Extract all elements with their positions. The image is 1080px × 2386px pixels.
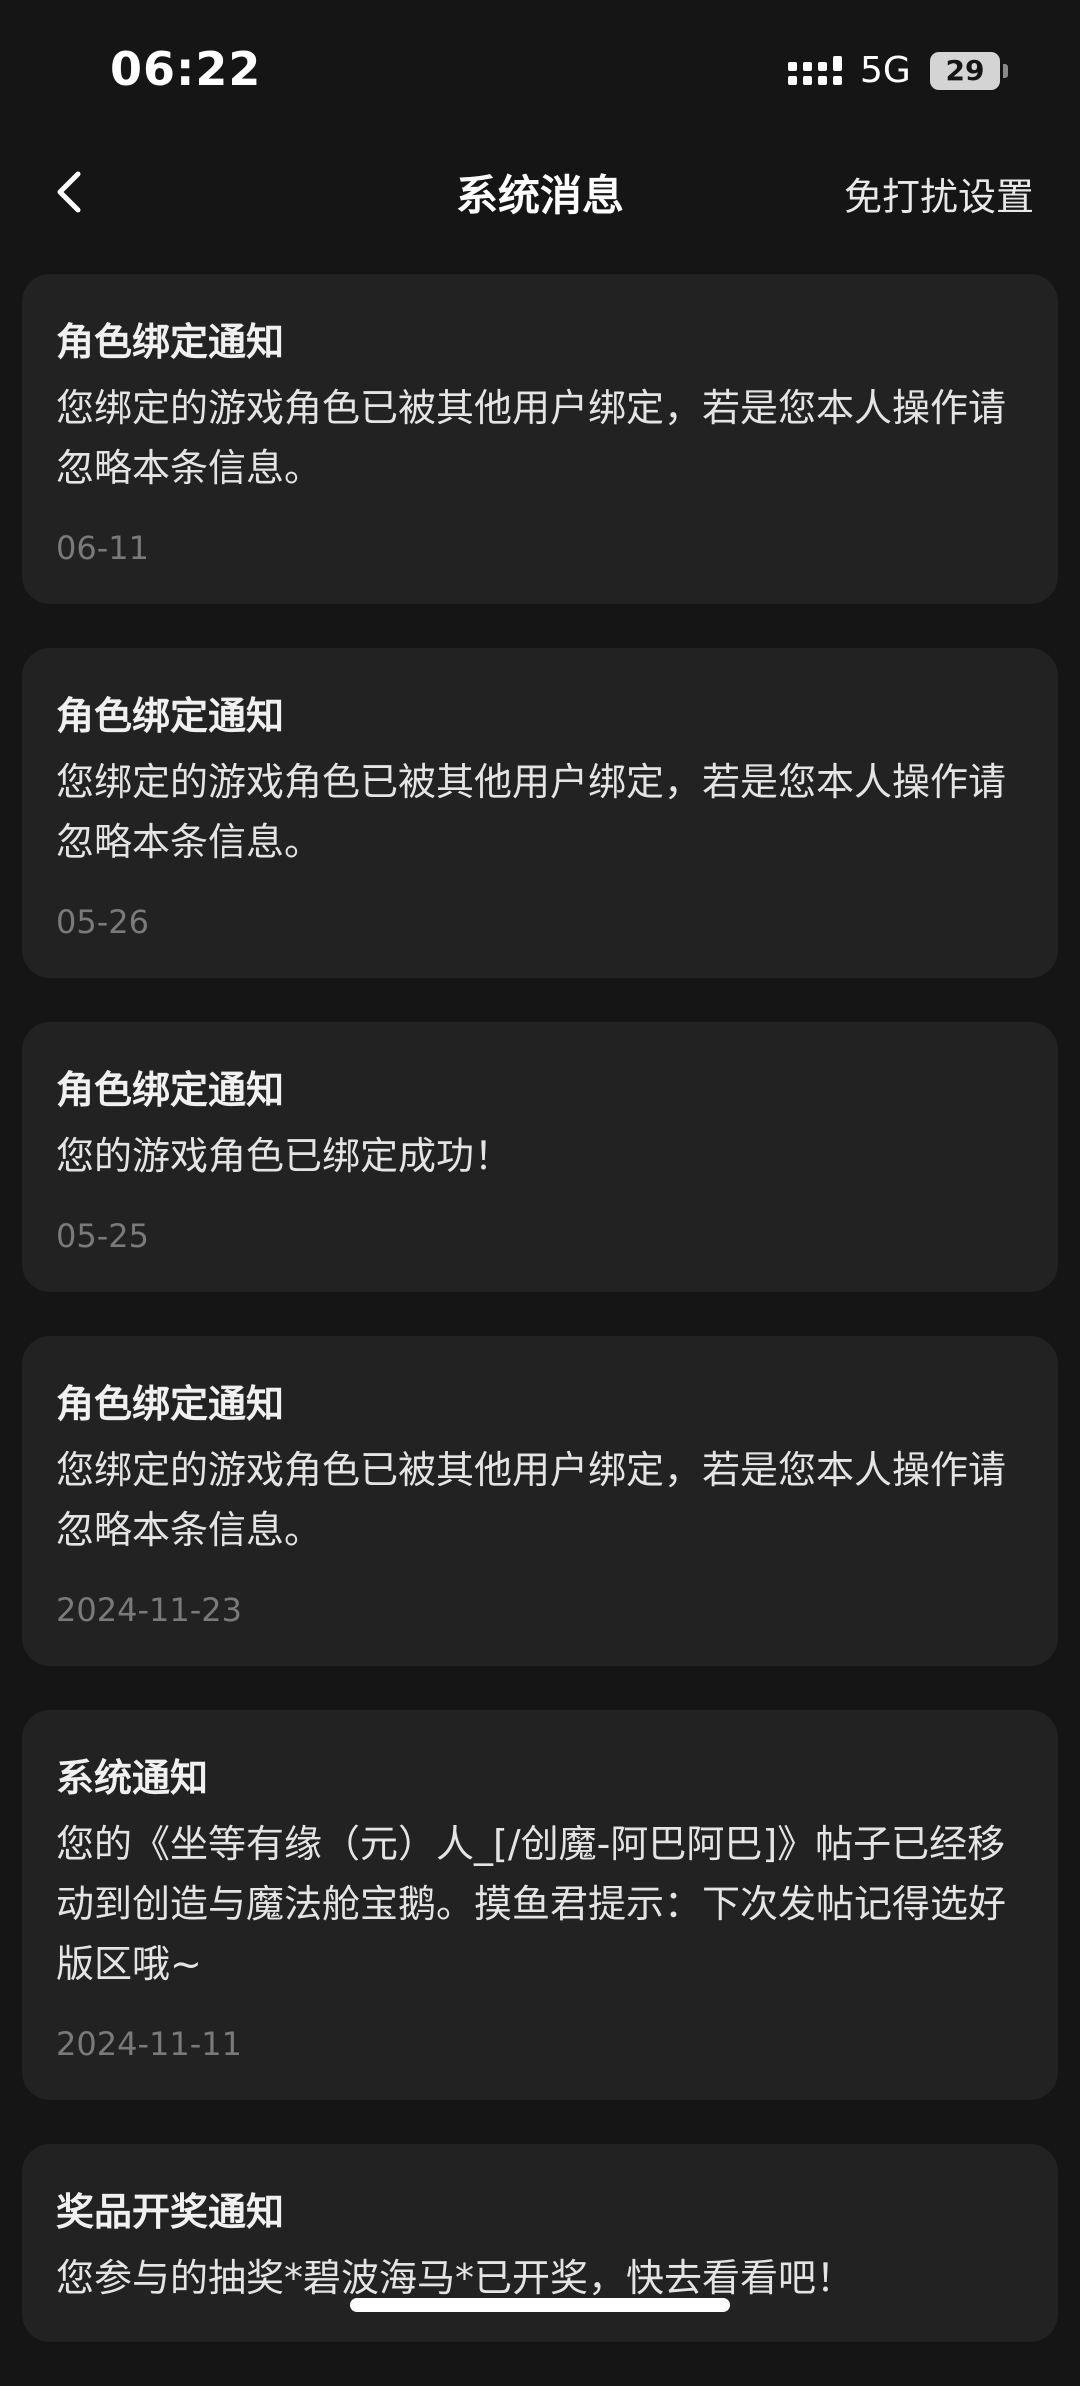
home-indicator: [350, 2298, 730, 2312]
status-bar: 06:22 5G 29: [0, 0, 1080, 140]
message-date: 2024-11-11: [56, 2025, 242, 2063]
message-body: 您绑定的游戏角色已被其他用户绑定，若是您本人操作请忽略本条信息。: [56, 760, 1007, 864]
message-body: 您的《坐等有缘（元）人_[/创魔-阿巴阿巴]》帖子已经移动到创造与魔法舱宝鹅。摸…: [56, 1822, 1007, 1986]
message-body: 您绑定的游戏角色已被其他用户绑定，若是您本人操作请忽略本条信息。: [56, 1448, 1007, 1552]
message-title: 系统通知: [56, 1756, 209, 1800]
status-time: 06:22: [110, 42, 262, 96]
message-card[interactable]: 奖品开奖通知 您参与的抽奖*碧波海马*已开奖，快去看看吧！: [22, 2144, 1058, 2342]
message-title: 奖品开奖通知: [56, 2190, 285, 2234]
battery-tip: [1003, 64, 1008, 78]
battery-icon: 29: [930, 52, 1000, 90]
message-card[interactable]: 角色绑定通知 您的游戏角色已绑定成功！ 05-25: [22, 1022, 1058, 1292]
message-date: 06-11: [56, 529, 149, 567]
message-body: 您绑定的游戏角色已被其他用户绑定，若是您本人操作请忽略本条信息。: [56, 386, 1007, 490]
message-title: 角色绑定通知: [56, 694, 285, 738]
message-date: 2024-11-23: [56, 1591, 242, 1629]
message-card[interactable]: 角色绑定通知 您绑定的游戏角色已被其他用户绑定，若是您本人操作请忽略本条信息。 …: [22, 274, 1058, 604]
do-not-disturb-settings-button[interactable]: 免打扰设置: [844, 166, 1034, 221]
message-list: 角色绑定通知 您绑定的游戏角色已被其他用户绑定，若是您本人操作请忽略本条信息。 …: [22, 274, 1058, 2386]
network-type: 5G: [860, 50, 911, 91]
message-title: 角色绑定通知: [56, 1068, 285, 1112]
message-card[interactable]: 角色绑定通知 您绑定的游戏角色已被其他用户绑定，若是您本人操作请忽略本条信息。 …: [22, 1336, 1058, 1666]
message-date: 05-25: [56, 1217, 149, 1255]
nav-bar: 系统消息 免打扰设置: [0, 140, 1080, 240]
battery-level: 29: [945, 54, 985, 87]
message-title: 角色绑定通知: [56, 1382, 285, 1426]
signal-strength-icon: [788, 56, 842, 85]
message-body: 您的游戏角色已绑定成功！: [56, 1134, 513, 1178]
message-title: 角色绑定通知: [56, 320, 285, 364]
message-date: 05-26: [56, 903, 149, 941]
message-card[interactable]: 角色绑定通知 您绑定的游戏角色已被其他用户绑定，若是您本人操作请忽略本条信息。 …: [22, 648, 1058, 978]
message-card[interactable]: 系统通知 您的《坐等有缘（元）人_[/创魔-阿巴阿巴]》帖子已经移动到创造与魔法…: [22, 1710, 1058, 2100]
